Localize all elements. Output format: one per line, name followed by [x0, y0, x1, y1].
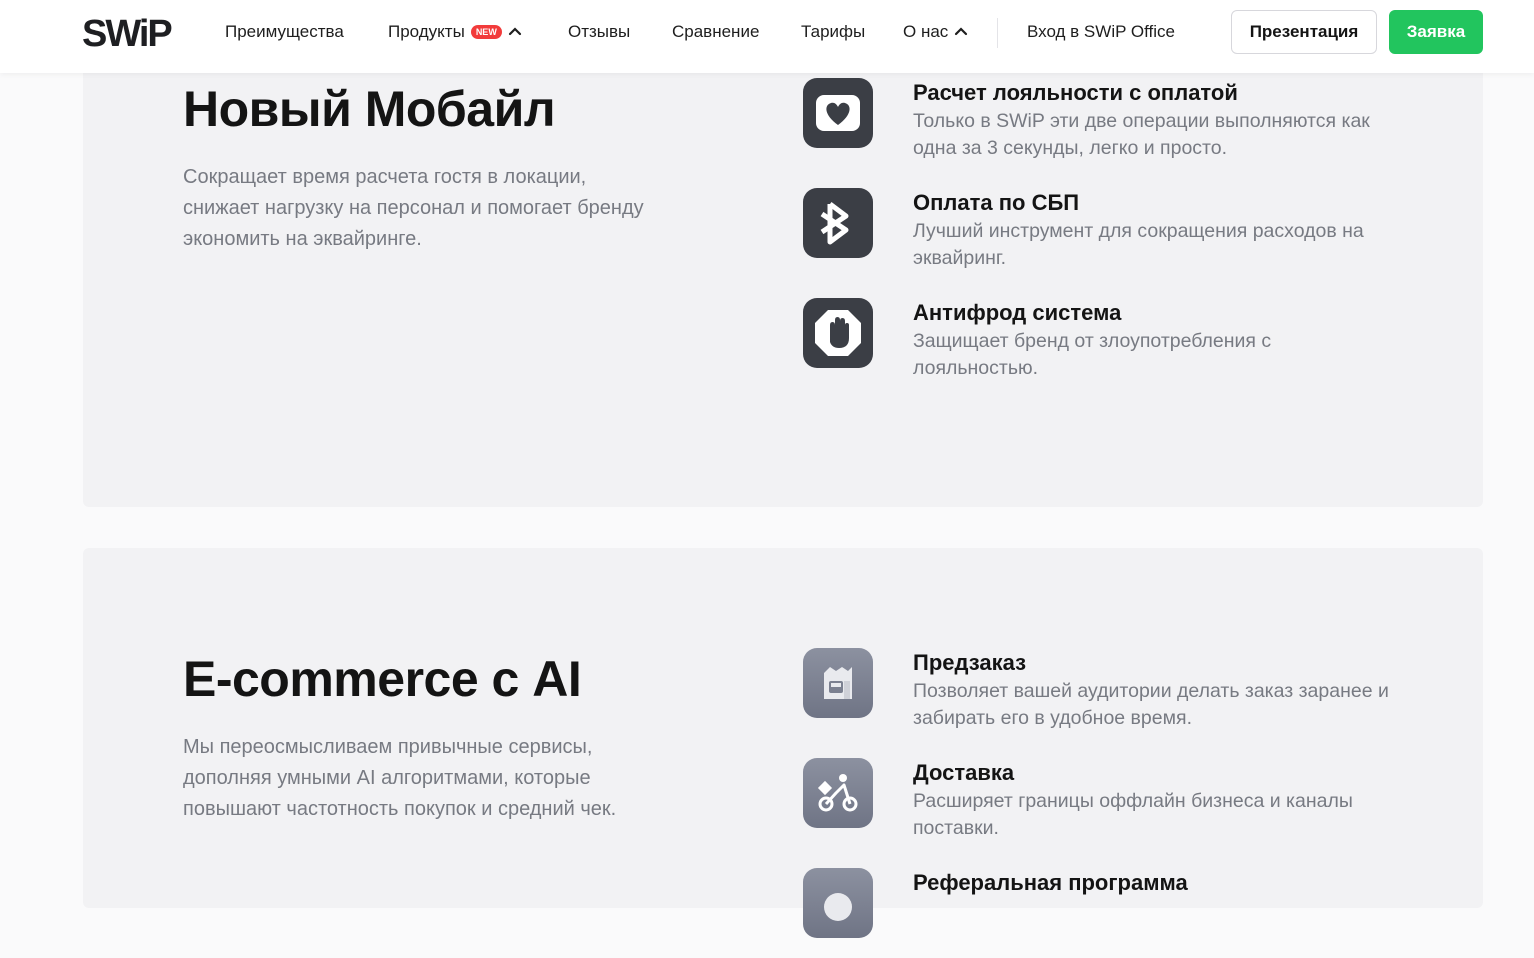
svg-text:SWiP: SWiP	[82, 13, 172, 52]
feature-title: Предзаказ	[913, 650, 1027, 675]
new-badge: NEW	[470, 25, 502, 39]
feature-antifraud: Антифрод система Защищает бренд от злоуп…	[803, 298, 1403, 388]
feature-description: Защищает бренд от злоупотребления с лоял…	[913, 330, 1272, 379]
feature-title: Реферальная программа	[913, 870, 1188, 895]
feature-description: Расширяет границы оффлайн бизнеса и кана…	[913, 790, 1353, 839]
nav-advantages[interactable]: Преимущества	[225, 22, 344, 42]
feature-referral: Реферальная программа	[803, 868, 1403, 958]
sbp-icon	[803, 188, 873, 258]
stop-hand-icon	[803, 298, 873, 368]
nav-products[interactable]: Продукты NEW	[388, 22, 522, 42]
site-header: SWiP Преимущества Продукты NEW Отзывы Сра…	[0, 0, 1534, 73]
feature-description: Только в SWiP эти две операции выполняют…	[913, 110, 1370, 159]
section-title: E-commerce с AI	[183, 651, 582, 707]
apply-button[interactable]: Заявка	[1389, 10, 1483, 54]
feature-title: Расчет лояльности с оплатой	[913, 80, 1238, 105]
courier-bike-icon	[803, 758, 873, 828]
referral-icon	[803, 868, 873, 938]
feature-title: Оплата по СБП	[913, 190, 1080, 215]
feature-sbp-payment: Оплата по СБП Лучший инструмент для сокр…	[803, 188, 1403, 278]
chevron-up-icon	[955, 27, 968, 36]
office-login-link[interactable]: Вход в SWiP Office	[1027, 22, 1175, 42]
section-description: Мы переосмысливаем привычные сервисы, до…	[183, 736, 617, 820]
nav-divider	[997, 18, 998, 48]
swip-logo[interactable]: SWiP	[82, 12, 174, 55]
feature-description: Лучший инструмент для сокращения расходо…	[913, 220, 1364, 269]
feature-description: Позволяет вашей аудитории делать заказ з…	[913, 680, 1389, 729]
store-icon	[803, 648, 873, 718]
nav-about[interactable]: О нас	[903, 22, 968, 42]
nav-products-label: Продукты	[388, 22, 465, 41]
presentation-button[interactable]: Презентация	[1231, 10, 1377, 54]
section-card-ecommerce: E-commerce с AI Мы переосмысливаем привы…	[83, 548, 1483, 938]
section-card-mobile: Новый Мобайл Сокращает время расчета гос…	[83, 0, 1483, 507]
nav-reviews[interactable]: Отзывы	[568, 22, 630, 42]
nav-comparison[interactable]: Сравнение	[672, 22, 759, 42]
feature-title: Антифрод система	[913, 300, 1122, 325]
feature-preorder: Предзаказ Позволяет вашей аудитории дела…	[803, 648, 1403, 738]
nav-about-label: О нас	[903, 22, 949, 41]
nav-pricing[interactable]: Тарифы	[801, 22, 865, 42]
feature-title: Доставка	[913, 760, 1015, 785]
feature-loyalty-payment: Расчет лояльности с оплатой Только в SWi…	[803, 78, 1403, 168]
feature-delivery: Доставка Расширяет границы оффлайн бизне…	[803, 758, 1403, 848]
chevron-up-icon	[508, 27, 521, 36]
section-description: Сокращает время расчета гостя в локации,…	[183, 166, 644, 250]
section-title: Новый Мобайл	[183, 81, 556, 137]
heart-card-icon	[803, 78, 873, 148]
